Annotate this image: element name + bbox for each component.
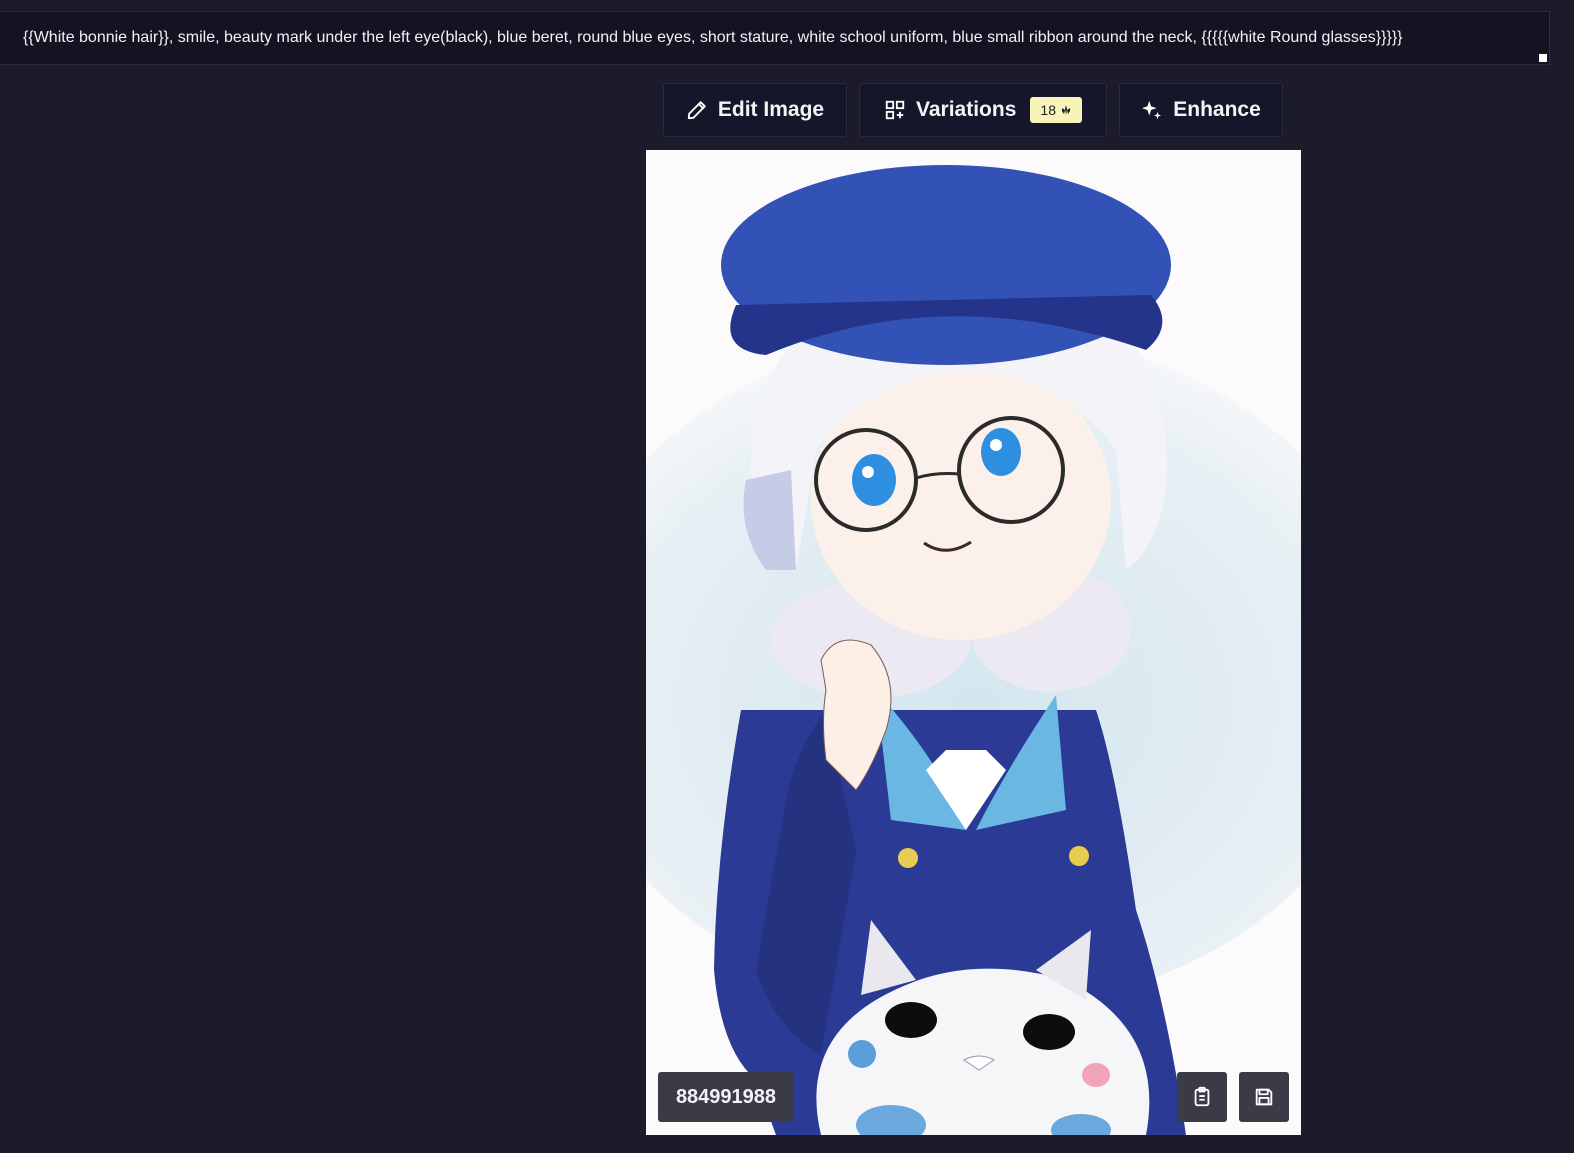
floppy-disk-icon	[1255, 1088, 1273, 1106]
generated-image[interactable]: 884991988	[646, 150, 1301, 1135]
enhance-button[interactable]: Enhance	[1119, 83, 1283, 137]
pencil-icon	[687, 101, 706, 120]
prompt-text[interactable]: {{White bonnie hair}}, smile, beauty mar…	[23, 28, 1509, 48]
seed-value: 884991988	[675, 1085, 777, 1108]
grid-plus-icon	[885, 100, 905, 120]
cost-badge: 18	[1030, 97, 1082, 123]
copy-to-clipboard-button[interactable]	[1177, 1072, 1227, 1122]
seed-chip[interactable]: 884991988	[658, 1072, 794, 1122]
variations-label: Variations	[916, 98, 1017, 121]
top-strip	[0, 0, 1574, 11]
sparkle-icon	[1142, 100, 1162, 120]
cost-value: 18	[1040, 102, 1056, 118]
edit-image-button[interactable]: Edit Image	[663, 83, 847, 137]
clipboard-icon	[1194, 1086, 1210, 1107]
anlas-icon	[1061, 105, 1070, 115]
save-image-button[interactable]	[1239, 1072, 1289, 1122]
variations-button[interactable]: Variations 18	[859, 83, 1107, 137]
edit-image-label: Edit Image	[717, 98, 825, 121]
scrollbar-track[interactable]	[1550, 11, 1574, 65]
prompt-input[interactable]: {{White bonnie hair}}, smile, beauty mar…	[0, 11, 1550, 65]
generated-image-art	[646, 150, 1301, 1135]
resize-handle[interactable]	[1539, 54, 1547, 62]
enhance-label: Enhance	[1173, 98, 1261, 121]
